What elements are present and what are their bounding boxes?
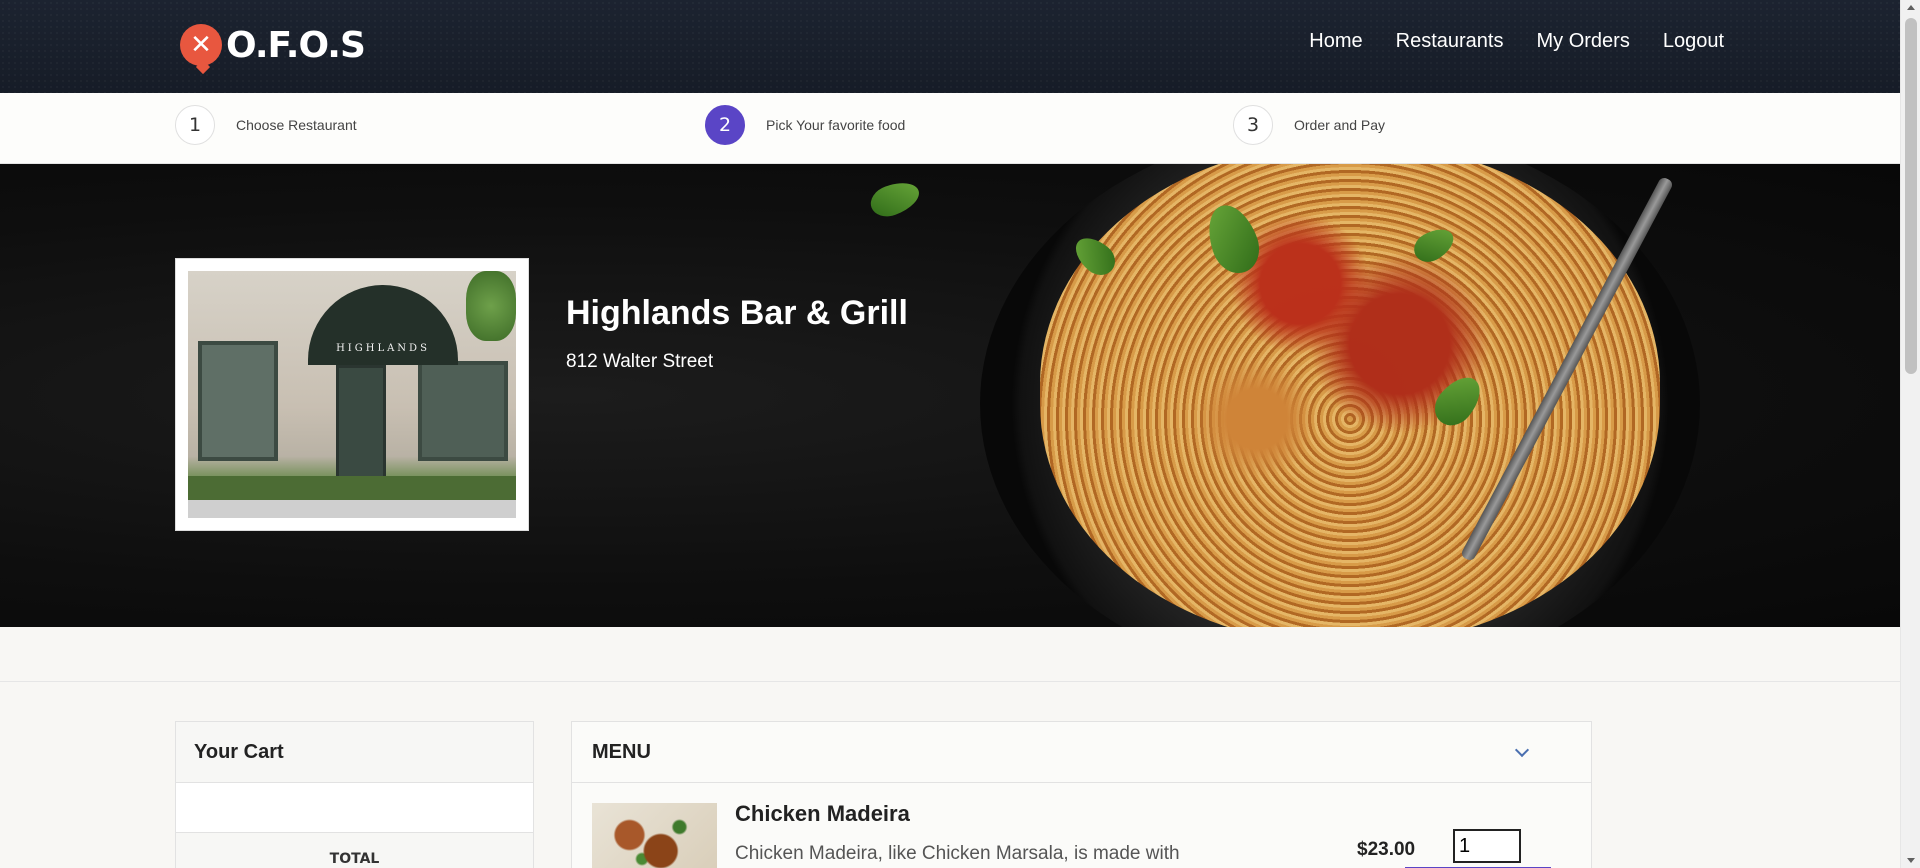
- restaurant-name: Highlands Bar & Grill: [566, 294, 908, 332]
- restaurant-address: 812 Walter Street: [566, 351, 714, 372]
- restaurant-image-card: HIGHLANDS: [175, 258, 529, 531]
- basil-leaf: [866, 176, 924, 222]
- food-description: Chicken Madeira, like Chicken Marsala, i…: [735, 843, 1180, 864]
- restaurant-photo: HIGHLANDS: [188, 271, 516, 518]
- awning: HIGHLANDS: [308, 285, 458, 365]
- page-scrollbar[interactable]: [1900, 0, 1920, 868]
- awning-sign: HIGHLANDS: [336, 343, 430, 354]
- food-price: $23.00: [1357, 839, 1416, 860]
- main-nav: Home Restaurants My Orders Logout: [1309, 30, 1724, 53]
- step-number: 3: [1233, 105, 1273, 145]
- scroll-up-arrow-icon[interactable]: [1907, 5, 1915, 10]
- step-number: 2: [705, 105, 745, 145]
- food-name: Chicken Madeira: [735, 801, 910, 826]
- step-number: 1: [175, 105, 215, 145]
- cart-panel: Your Cart TOTAL: [175, 721, 534, 868]
- chevron-down-icon[interactable]: [1514, 742, 1530, 758]
- quantity-input[interactable]: [1453, 829, 1521, 863]
- cart-title: Your Cart: [194, 740, 284, 763]
- logo-text: O.F.O.S: [226, 24, 366, 66]
- step-choose-restaurant: 1 Choose Restaurant: [175, 105, 357, 145]
- step-label: Pick Your favorite food: [766, 117, 906, 133]
- nav-restaurants[interactable]: Restaurants: [1396, 30, 1504, 53]
- restaurant-hero: HIGHLANDS Highlands Bar & Grill 812 Walt…: [0, 164, 1900, 627]
- menu-item: Chicken Madeira Chicken Madeira, like Ch…: [572, 783, 1591, 868]
- hero-background-pasta: [1040, 164, 1660, 627]
- logo[interactable]: ✕ O.F.O.S: [180, 24, 366, 66]
- step-pick-food: 2 Pick Your favorite food: [705, 105, 905, 145]
- fork-knife-icon: ✕: [180, 24, 222, 66]
- scroll-down-arrow-icon[interactable]: [1907, 858, 1915, 863]
- menu-panel: MENU Chicken Madeira Chicken Madeira, li…: [571, 721, 1592, 868]
- nav-my-orders[interactable]: My Orders: [1536, 30, 1629, 53]
- cart-header: Your Cart: [176, 722, 533, 783]
- nav-logout[interactable]: Logout: [1663, 30, 1724, 53]
- step-label: Choose Restaurant: [236, 117, 357, 133]
- section-divider: [0, 627, 1900, 682]
- cart-total-label: TOTAL: [176, 833, 533, 868]
- food-image: [592, 803, 717, 868]
- menu-title: MENU: [592, 740, 651, 763]
- step-label: Order and Pay: [1294, 117, 1386, 133]
- step-order-pay: 3 Order and Pay: [1233, 105, 1385, 145]
- order-steps: 1 Choose Restaurant 2 Pick Your favorite…: [0, 93, 1900, 164]
- cart-items: [176, 783, 533, 833]
- nav-home[interactable]: Home: [1309, 30, 1362, 53]
- scroll-thumb[interactable]: [1905, 18, 1917, 374]
- navbar: ✕ O.F.O.S Home Restaurants My Orders Log…: [0, 0, 1900, 93]
- menu-header[interactable]: MENU: [572, 722, 1591, 783]
